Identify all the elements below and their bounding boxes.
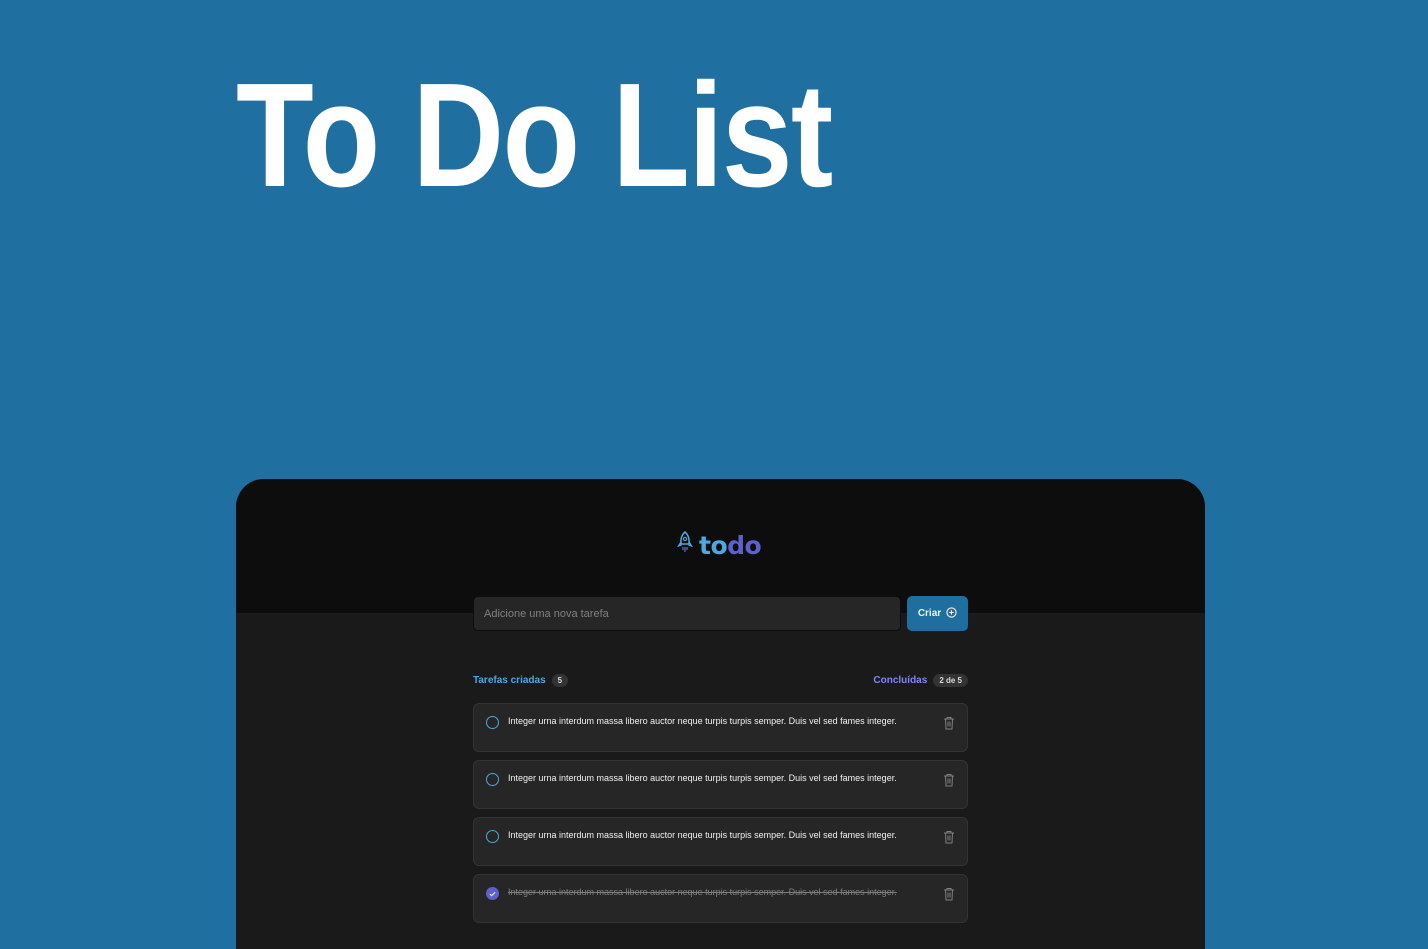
task-checkbox[interactable] — [486, 716, 499, 729]
task-item: Integer urna interdum massa libero aucto… — [473, 817, 968, 866]
trash-icon[interactable] — [943, 830, 955, 844]
done-label: Concluídas — [873, 675, 928, 686]
logo-text-part1: to — [699, 531, 728, 560]
task-item: Integer urna interdum massa libero aucto… — [473, 760, 968, 809]
task-text: Integer urna interdum massa libero aucto… — [508, 716, 897, 726]
task-checkbox[interactable] — [486, 773, 499, 786]
logo: todo — [676, 531, 762, 560]
done-counter: Concluídas 2 de 5 — [873, 674, 968, 687]
task-item: Integer urna interdum massa libero aucto… — [473, 703, 968, 752]
task-counters: Tarefas criadas 5 Concluídas 2 de 5 — [473, 674, 968, 687]
task-list: Integer urna interdum massa libero aucto… — [473, 703, 968, 923]
create-button-label: Criar — [917, 608, 942, 619]
task-text: Integer urna interdum massa libero aucto… — [508, 830, 897, 840]
task-text: Integer urna interdum massa libero aucto… — [508, 773, 897, 783]
trash-icon[interactable] — [943, 887, 955, 901]
hero-title: To Do List — [236, 53, 833, 218]
trash-icon[interactable] — [943, 716, 955, 730]
rocket-icon — [676, 531, 694, 560]
check-icon — [489, 891, 496, 897]
task-checkbox[interactable] — [486, 830, 499, 843]
new-task-form: Criar — [473, 596, 968, 631]
created-label: Tarefas criadas — [473, 675, 546, 686]
task-item-done: Integer urna interdum massa libero aucto… — [473, 874, 968, 923]
new-task-input[interactable] — [473, 596, 901, 631]
app-window: todo Criar Tarefas criadas 5 Concluídas … — [236, 479, 1205, 949]
logo-text: todo — [699, 531, 762, 560]
created-count-badge: 5 — [551, 674, 569, 687]
trash-icon[interactable] — [943, 773, 955, 787]
create-button[interactable]: Criar — [907, 596, 968, 631]
plus-circle-icon — [946, 606, 957, 621]
created-counter: Tarefas criadas 5 — [473, 674, 569, 687]
task-checkbox-checked[interactable] — [486, 887, 499, 900]
done-count-badge: 2 de 5 — [933, 674, 968, 687]
task-text: Integer urna interdum massa libero aucto… — [508, 887, 897, 897]
logo-text-part2: do — [727, 531, 762, 560]
